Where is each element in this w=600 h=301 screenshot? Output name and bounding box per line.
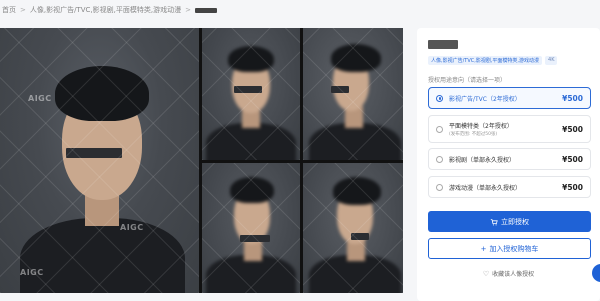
usage-section-label: 授权用途意向（请选择一项） <box>428 77 507 84</box>
option-label: 游戏动漫（单部永久授权） <box>449 184 522 192</box>
plus-icon: + <box>480 244 487 253</box>
radio-selected-icon[interactable] <box>436 94 443 102</box>
option-label: 影视剧（单部永久授权） <box>449 156 516 164</box>
option-text: 影视广告/TVC（2年授权） <box>449 94 562 103</box>
watermark-text: AIGC <box>28 94 52 103</box>
cart-icon <box>490 218 498 225</box>
portrait-thumb-profile[interactable] <box>303 28 403 160</box>
option-price: ¥500 <box>562 154 583 164</box>
category-tag: 人像,影视广告/TVC,影视剧,平面模特类,游戏动漫 <box>428 56 543 65</box>
breadcrumb-category[interactable]: 人像,影视广告/TVC,影视剧,平面模特类,游戏动漫 <box>30 5 181 15</box>
option-sublabel: (发布范围: 不超过50张) <box>449 132 498 137</box>
portrait-title-masked <box>428 40 458 49</box>
option-text: 游戏动漫（单部永久授权） <box>449 183 562 192</box>
option-price: ¥500 <box>562 93 583 103</box>
watermark-text: AIGC <box>20 268 44 277</box>
portrait-thumb-three-quarter[interactable] <box>202 163 300 293</box>
favorite-link[interactable]: ♡ 收藏该人像授权 <box>417 269 600 279</box>
main-portrait-photo[interactable]: AIGC AIGC AIGC <box>0 28 199 293</box>
resolution-tag: 4K <box>545 56 558 65</box>
option-price: ¥500 <box>562 124 583 134</box>
license-panel: 人像,影视广告/TVC,影视剧,平面模特类,游戏动漫 4K 授权用途意向（请选择… <box>417 28 600 301</box>
watermark-grid <box>303 163 403 293</box>
portrait-thumb-side[interactable] <box>303 163 403 293</box>
watermark-grid <box>202 28 300 160</box>
add-to-cart-button[interactable]: + 加入授权购物车 <box>428 238 591 259</box>
radio-icon[interactable] <box>436 155 443 163</box>
breadcrumb: 首页 > 人像,影视广告/TVC,影视剧,平面模特类,游戏动漫 > <box>0 0 600 20</box>
favorite-label: 收藏该人像授权 <box>492 271 535 278</box>
license-option-tvc[interactable]: 影视广告/TVC（2年授权） ¥500 <box>428 87 591 109</box>
portrait-thumb-front[interactable] <box>202 28 300 160</box>
portrait-gallery: AIGC AIGC AIGC <box>0 28 403 293</box>
heart-icon: ♡ <box>482 269 490 278</box>
tag-list: 人像,影视广告/TVC,影视剧,平面模特类,游戏动漫 4K <box>428 56 558 65</box>
license-option-drama[interactable]: 影视剧（单部永久授权） ¥500 <box>428 148 591 170</box>
add-to-cart-label: 加入授权购物车 <box>489 244 539 253</box>
option-text: 平面模特类（2年授权） (发布范围: 不超过50张) <box>449 121 562 137</box>
license-option-print-model[interactable]: 平面模特类（2年授权） (发布范围: 不超过50张) ¥500 <box>428 115 591 143</box>
radio-icon[interactable] <box>436 125 443 133</box>
option-label: 平面模特类（2年授权） <box>449 123 513 130</box>
breadcrumb-separator: > <box>20 6 26 14</box>
watermark-grid <box>202 163 300 293</box>
watermark-grid <box>303 28 403 160</box>
option-price: ¥500 <box>562 182 583 192</box>
breadcrumb-separator: > <box>185 6 191 14</box>
breadcrumb-current-masked <box>194 7 217 13</box>
watermark-grid <box>0 28 199 293</box>
license-now-label: 立即授权 <box>501 217 529 226</box>
option-text: 影视剧（单部永久授权） <box>449 155 562 164</box>
license-now-button[interactable]: 立即授权 <box>428 211 591 232</box>
option-label: 影视广告/TVC（2年授权） <box>449 95 521 103</box>
watermark-text: AIGC <box>120 223 144 232</box>
radio-icon[interactable] <box>436 183 443 191</box>
breadcrumb-home[interactable]: 首页 <box>2 5 16 15</box>
license-option-game-anime[interactable]: 游戏动漫（单部永久授权） ¥500 <box>428 176 591 198</box>
